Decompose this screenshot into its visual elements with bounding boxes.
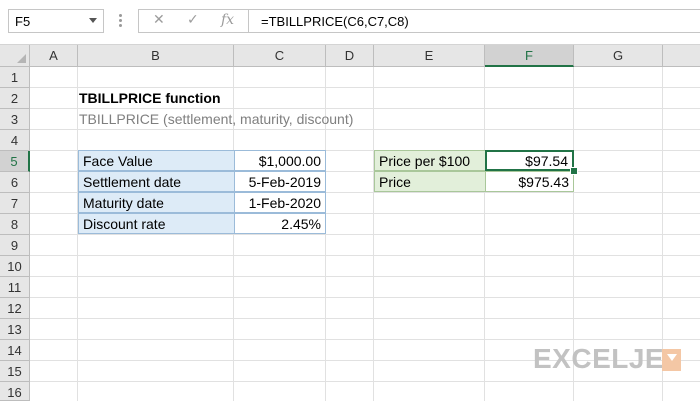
sheet-subtitle[interactable]: TBILLPRICE (settlement, maturity, discou… xyxy=(79,111,353,127)
input-value-settlement-date[interactable]: 5-Feb-2019 xyxy=(234,171,326,192)
formula-input[interactable]: =TBILLPRICE(C6,C7,C8) xyxy=(248,9,700,33)
gridline xyxy=(30,108,700,109)
select-all-button[interactable] xyxy=(0,45,30,67)
chevron-down-icon[interactable] xyxy=(89,18,97,23)
gridline xyxy=(30,381,700,382)
input-value-face-value[interactable]: $1,000.00 xyxy=(234,150,326,171)
gridline xyxy=(30,234,700,235)
input-label-face-value[interactable]: Face Value xyxy=(78,150,234,171)
input-label-discount-rate[interactable]: Discount rate xyxy=(78,213,234,234)
result-label-price-per-100[interactable]: Price per $100 xyxy=(374,150,485,171)
column-header-b[interactable]: B xyxy=(78,45,234,67)
sheet-title[interactable]: TBILLPRICE function xyxy=(79,90,221,106)
row-header-14[interactable]: 14 xyxy=(0,340,30,361)
gridline xyxy=(30,87,700,88)
row-header-9[interactable]: 9 xyxy=(0,235,30,256)
row-header-8[interactable]: 8 xyxy=(0,214,30,235)
column-header-e[interactable]: E xyxy=(374,45,485,67)
row-header-13[interactable]: 13 xyxy=(0,319,30,340)
gridline xyxy=(30,318,700,319)
name-box[interactable]: F5 xyxy=(8,9,104,33)
exceljet-watermark: EXCELJET xyxy=(533,343,682,374)
gridline xyxy=(30,297,700,298)
row-header-11[interactable]: 11 xyxy=(0,277,30,298)
formula-bar-buttons: ✕ ✓ fx xyxy=(138,9,248,33)
row-header-15[interactable]: 15 xyxy=(0,361,30,382)
drag-handle-icon[interactable] xyxy=(119,14,122,28)
gridline xyxy=(30,339,700,340)
formula-text: =TBILLPRICE(C6,C7,C8) xyxy=(261,14,409,29)
result-label-price[interactable]: Price xyxy=(374,171,485,192)
column-header-a[interactable]: A xyxy=(30,45,78,67)
gridline xyxy=(30,276,700,277)
row-header-10[interactable]: 10 xyxy=(0,256,30,277)
row-header-2[interactable]: 2 xyxy=(0,88,30,109)
exceljet-logo-icon xyxy=(662,349,681,371)
gridline xyxy=(30,255,700,256)
gridline xyxy=(30,129,700,130)
result-value-price[interactable]: $975.43 xyxy=(485,171,574,192)
formula-bar: F5 ✕ ✓ fx =TBILLPRICE(C6,C7,C8) xyxy=(0,0,700,44)
input-value-discount-rate[interactable]: 2.45% xyxy=(234,213,326,234)
column-header-f[interactable]: F xyxy=(485,45,574,67)
row-header-3[interactable]: 3 xyxy=(0,109,30,130)
name-box-value: F5 xyxy=(15,14,31,29)
row-header-4[interactable]: 4 xyxy=(0,130,30,151)
fill-handle[interactable] xyxy=(570,167,578,175)
row-header-5[interactable]: 5 xyxy=(0,151,30,172)
column-header-h[interactable] xyxy=(663,45,700,67)
result-value-price-per-100[interactable]: $97.54 xyxy=(485,150,574,171)
row-header-1[interactable]: 1 xyxy=(0,67,30,88)
column-header-d[interactable]: D xyxy=(326,45,374,67)
row-header-7[interactable]: 7 xyxy=(0,193,30,214)
column-header-g[interactable]: G xyxy=(574,45,663,67)
row-header-12[interactable]: 12 xyxy=(0,298,30,319)
input-label-maturity-date[interactable]: Maturity date xyxy=(78,192,234,213)
row-header-6[interactable]: 6 xyxy=(0,172,30,193)
enter-icon[interactable]: ✓ xyxy=(187,12,199,28)
cancel-icon[interactable]: ✕ xyxy=(153,12,165,28)
insert-function-icon[interactable]: fx xyxy=(221,12,234,28)
row-header-16[interactable]: 16 xyxy=(0,382,30,401)
column-header-c[interactable]: C xyxy=(234,45,326,67)
input-label-settlement-date[interactable]: Settlement date xyxy=(78,171,234,192)
input-value-maturity-date[interactable]: 1-Feb-2020 xyxy=(234,192,326,213)
